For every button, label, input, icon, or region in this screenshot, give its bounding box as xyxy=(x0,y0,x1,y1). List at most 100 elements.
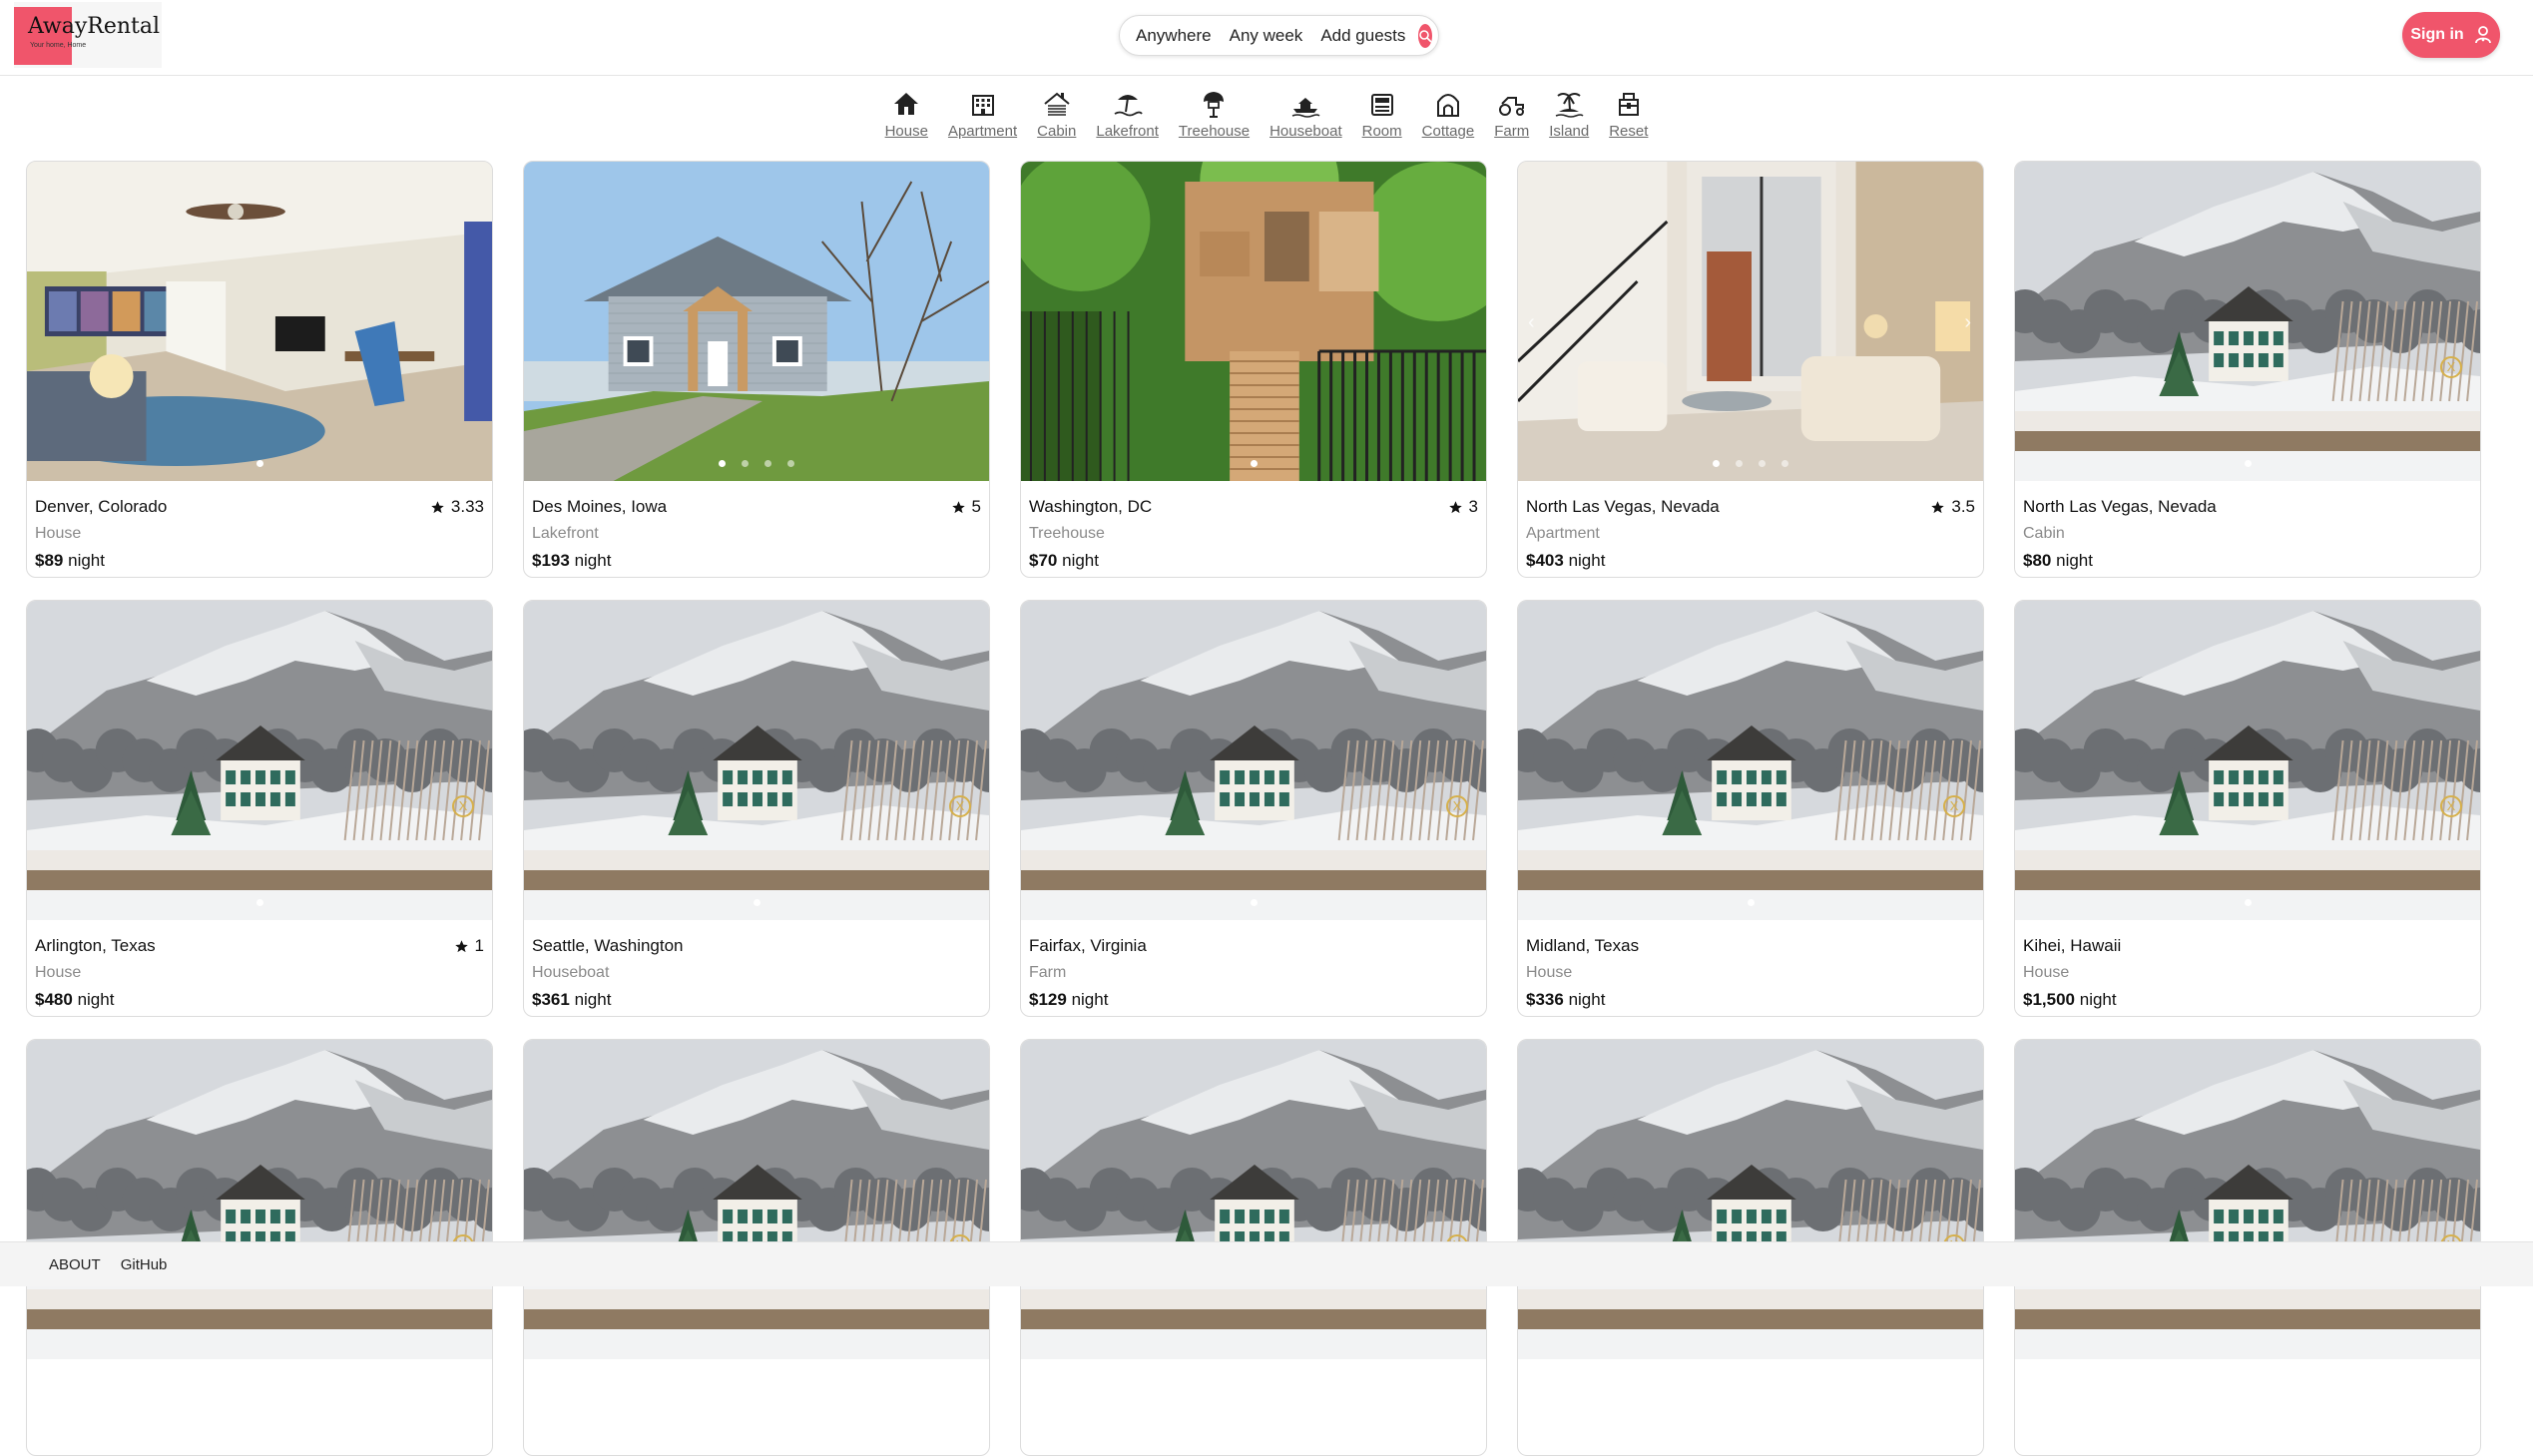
listing-photo[interactable]: X xyxy=(1518,1040,1983,1359)
rating-value: 3.33 xyxy=(450,497,484,516)
watermark-icon: X xyxy=(452,795,474,817)
carousel-dot[interactable] xyxy=(1759,460,1766,467)
footer: ABOUT GitHub xyxy=(0,1241,2533,1286)
listing-price: $403 xyxy=(1526,551,1564,570)
carousel-dot[interactable] xyxy=(1250,460,1258,467)
listing-photo[interactable]: X xyxy=(27,1040,492,1359)
brand-name: AwayRental xyxy=(28,14,161,39)
category-apartment[interactable]: Apartment xyxy=(938,88,1027,146)
carousel-dot[interactable] xyxy=(742,460,749,467)
category-treehouse[interactable]: Treehouse xyxy=(1169,88,1260,146)
listing-location: Washington, DC xyxy=(1029,497,1153,516)
watermark-icon: X xyxy=(1943,795,1965,817)
listing-photo[interactable]: X xyxy=(1518,601,1983,920)
category-cabin[interactable]: Cabin xyxy=(1027,88,1086,146)
listing-type: Lakefront xyxy=(532,525,599,542)
category-room[interactable]: Room xyxy=(1352,88,1412,146)
category-lakefront[interactable]: Lakefront xyxy=(1086,88,1169,146)
listing-price-line: $336 night xyxy=(1526,990,1975,1010)
category-island[interactable]: Island xyxy=(1539,88,1599,146)
listing-photo[interactable] xyxy=(27,162,492,481)
carousel-dot[interactable] xyxy=(1747,899,1755,906)
listing-info: Midland, Texas House $336 night xyxy=(1518,920,1983,1010)
listing-card[interactable]: Denver, Colorado 3.33 House $89 night xyxy=(26,161,493,578)
listing-card[interactable]: X Midland, Texas House $336 night xyxy=(1517,600,1984,1017)
listing-photo[interactable]: X xyxy=(1021,601,1486,920)
listing-price-line: $480 night xyxy=(35,990,484,1010)
search-add-guests[interactable]: Add guests xyxy=(1311,26,1414,46)
sign-in-button[interactable]: Sign in xyxy=(2402,12,2500,58)
category-houseboat[interactable]: Houseboat xyxy=(1260,88,1352,146)
carousel-dot[interactable] xyxy=(1250,899,1258,906)
listing-type: House xyxy=(35,964,82,981)
listing-rating: 5 xyxy=(951,497,981,517)
next-photo-icon[interactable]: › xyxy=(1964,311,1971,334)
listing-price-line: $193 night xyxy=(532,551,981,571)
listing-type: House xyxy=(35,525,82,542)
listing-photo[interactable]: ‹ › xyxy=(1518,162,1983,481)
listing-photo[interactable]: X xyxy=(2015,1040,2480,1359)
category-label: Room xyxy=(1361,123,1402,140)
carousel-dot[interactable] xyxy=(1736,460,1743,467)
category-label: Reset xyxy=(1609,123,1649,140)
listing-info: Fairfax, Virginia Farm $129 night xyxy=(1021,920,1486,1010)
carousel-dot[interactable] xyxy=(1781,460,1788,467)
cottage-icon xyxy=(1436,94,1459,117)
prev-photo-icon[interactable]: ‹ xyxy=(1528,311,1535,334)
listing-card[interactable]: Washington, DC 3 Treehouse $70 night xyxy=(1020,161,1487,578)
price-unit: night xyxy=(574,551,612,570)
carousel-dot[interactable] xyxy=(255,460,263,467)
listing-photo[interactable]: X xyxy=(27,601,492,920)
listing-card[interactable]: X Arlington, Texas 1 House $480 night xyxy=(26,600,493,1017)
category-reset[interactable]: Reset xyxy=(1599,88,1658,146)
listing-photo[interactable]: X xyxy=(1021,1040,1486,1359)
search-button[interactable] xyxy=(1418,23,1433,48)
listing-photo[interactable]: X xyxy=(524,1040,989,1359)
category-farm[interactable]: Farm xyxy=(1484,88,1539,146)
price-unit: night xyxy=(1062,551,1099,570)
listing-card[interactable]: Des Moines, Iowa 5 Lakefront $193 night xyxy=(523,161,990,578)
search-bar[interactable]: Anywhere Any week Add guests xyxy=(1119,15,1439,56)
listing-card[interactable]: X North Las Vegas, Nevada Cabin $80 night xyxy=(2014,161,2481,578)
reset-icon xyxy=(1618,93,1639,116)
carousel-dot[interactable] xyxy=(753,899,760,906)
carousel-dots xyxy=(524,899,989,906)
carousel-dot[interactable] xyxy=(2244,460,2252,467)
listing-price-line: $89 night xyxy=(35,551,484,571)
listing-type: Houseboat xyxy=(532,964,610,981)
category-label: Cabin xyxy=(1037,123,1077,140)
price-unit: night xyxy=(77,990,115,1009)
search-anywhere[interactable]: Anywhere xyxy=(1134,26,1221,46)
footer-github-link[interactable]: GitHub xyxy=(121,1256,168,1273)
carousel-dot[interactable] xyxy=(255,899,263,906)
listing-card[interactable]: X Kihei, Hawaii House $1,500 night xyxy=(2014,600,2481,1017)
listing-type: House xyxy=(1526,964,1573,981)
carousel-dot[interactable] xyxy=(2244,899,2252,906)
listing-photo[interactable]: X xyxy=(2015,601,2480,920)
footer-about-link[interactable]: ABOUT xyxy=(49,1256,101,1273)
apartment-icon xyxy=(971,95,994,116)
listing-photo[interactable] xyxy=(524,162,989,481)
carousel-dots xyxy=(1021,899,1486,906)
listing-type: Cabin xyxy=(2023,525,2065,542)
listing-card[interactable]: X Fairfax, Virginia Farm $129 night xyxy=(1020,600,1487,1017)
search-any-week[interactable]: Any week xyxy=(1221,26,1312,46)
carousel-dot[interactable] xyxy=(719,460,726,467)
carousel-dot[interactable] xyxy=(787,460,794,467)
carousel-dot[interactable] xyxy=(1713,460,1720,467)
listing-photo[interactable]: X xyxy=(2015,162,2480,481)
carousel-dot[interactable] xyxy=(764,460,771,467)
carousel-dots xyxy=(27,460,492,467)
category-house[interactable]: House xyxy=(875,88,938,146)
listing-location: Des Moines, Iowa xyxy=(532,497,668,516)
category-cottage[interactable]: Cottage xyxy=(1412,88,1485,146)
listing-photo[interactable]: X xyxy=(524,601,989,920)
brand-logo[interactable]: AwayRental Your home, Home xyxy=(14,2,162,68)
carousel-dots xyxy=(1518,899,1983,906)
listing-price-line: $403 night xyxy=(1526,551,1975,571)
listing-card[interactable]: X Seattle, Washington Houseboat $361 night xyxy=(523,600,990,1017)
listing-photo[interactable] xyxy=(1021,162,1486,481)
carousel-dots xyxy=(524,460,989,467)
category-label: House xyxy=(884,123,928,140)
listing-card[interactable]: ‹ › North Las Vegas, Nevada 3.5 Apartment $40… xyxy=(1517,161,1984,578)
